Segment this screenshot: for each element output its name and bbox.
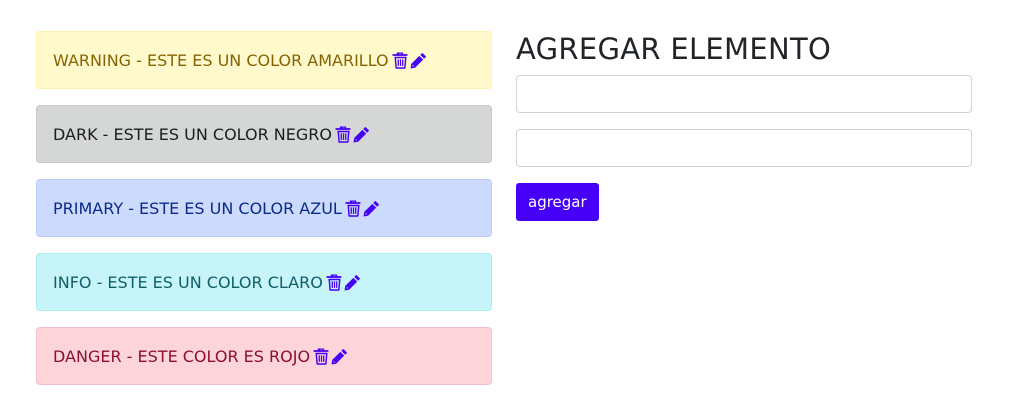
item-actions <box>392 52 427 69</box>
trash-icon[interactable] <box>313 348 330 365</box>
list-item: DANGER - ESTE COLOR ES ROJO <box>36 327 492 385</box>
item-label: DANGER - ESTE COLOR ES ROJO <box>53 346 311 366</box>
pencil-icon[interactable] <box>363 200 380 217</box>
list-item: PRIMARY - ESTE ES UN COLOR AZUL <box>36 179 492 237</box>
item-label: WARNING - ESTE ES UN COLOR AMARILLO <box>53 50 389 70</box>
trash-icon[interactable] <box>326 274 343 291</box>
second-text-input[interactable] <box>516 129 972 167</box>
items-list: WARNING - ESTE ES UN COLOR AMARILLO DARK… <box>36 31 492 401</box>
pencil-icon[interactable] <box>344 274 361 291</box>
trash-icon[interactable] <box>335 126 352 143</box>
trash-icon[interactable] <box>392 52 409 69</box>
pencil-icon[interactable] <box>331 348 348 365</box>
list-item: INFO - ESTE ES UN COLOR CLARO <box>36 253 492 311</box>
pencil-icon[interactable] <box>410 52 427 69</box>
list-item: WARNING - ESTE ES UN COLOR AMARILLO <box>36 31 492 89</box>
item-label: INFO - ESTE ES UN COLOR CLARO <box>53 272 323 292</box>
item-label: PRIMARY - ESTE ES UN COLOR AZUL <box>53 198 342 218</box>
item-actions <box>326 274 361 291</box>
item-actions <box>313 348 348 365</box>
pencil-icon[interactable] <box>353 126 370 143</box>
add-button[interactable]: agregar <box>516 183 599 221</box>
add-item-form: AGREGAR ELEMENTO agregar <box>516 31 972 221</box>
first-text-input[interactable] <box>516 75 972 113</box>
form-title: AGREGAR ELEMENTO <box>516 32 832 66</box>
item-label: DARK - ESTE ES UN COLOR NEGRO <box>53 124 332 144</box>
list-item: DARK - ESTE ES UN COLOR NEGRO <box>36 105 492 163</box>
item-actions <box>345 200 380 217</box>
trash-icon[interactable] <box>345 200 362 217</box>
item-actions <box>335 126 370 143</box>
